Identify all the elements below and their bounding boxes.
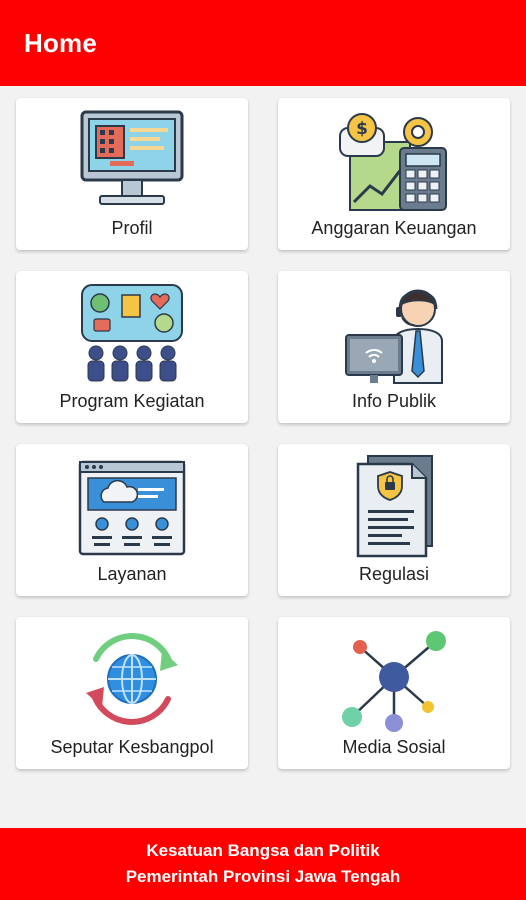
app-bar: Home [0, 0, 526, 86]
menu-card-regulasi[interactable]: Regulasi [278, 444, 510, 596]
globe-refresh-icon [86, 633, 178, 725]
footer: Kesatuan Bangsa dan Politik Pemerintah P… [0, 828, 526, 900]
footer-line-1: Kesatuan Bangsa dan Politik [146, 841, 380, 860]
network-nodes-icon [342, 631, 446, 732]
computer-monitor-icon [80, 110, 184, 205]
menu-card-seputar-kesbangpol[interactable]: Seputar Kesbangpol [16, 617, 248, 769]
menu-card-label: Anggaran Keuangan [311, 218, 477, 238]
svg-text:$: $ [356, 119, 368, 139]
menu-card-label: Media Sosial [342, 737, 446, 757]
menu-grid: Profil $ Anggaran Keuangan Program Kegia… [16, 98, 510, 769]
menu-card-program-kegiatan[interactable]: Program Kegiatan [16, 271, 248, 423]
menu-card-layanan[interactable]: Layanan [16, 444, 248, 596]
budget-calculator-icon: $ [339, 113, 447, 211]
customer-service-icon [345, 289, 443, 384]
menu-card-label: Seputar Kesbangpol [50, 737, 214, 757]
document-shield-icon [356, 455, 433, 558]
menu-card-label: Layanan [97, 564, 167, 584]
menu-card-anggaran-keuangan[interactable]: $ Anggaran Keuangan [278, 98, 510, 250]
footer-line-2: Pemerintah Provinsi Jawa Tengah [125, 867, 401, 886]
program-board-icon [81, 284, 183, 382]
menu-card-label: Regulasi [358, 564, 430, 584]
menu-card-profil[interactable]: Profil [16, 98, 248, 250]
menu-card-media-sosial[interactable]: Media Sosial [278, 617, 510, 769]
menu-card-label: Program Kegiatan [59, 391, 205, 411]
menu-card-label: Info Publik [351, 391, 437, 411]
menu-card-label: Profil [111, 218, 153, 238]
web-service-icon [78, 460, 186, 556]
menu-card-info-publik[interactable]: Info Publik [278, 271, 510, 423]
page-title: Home [24, 27, 98, 58]
